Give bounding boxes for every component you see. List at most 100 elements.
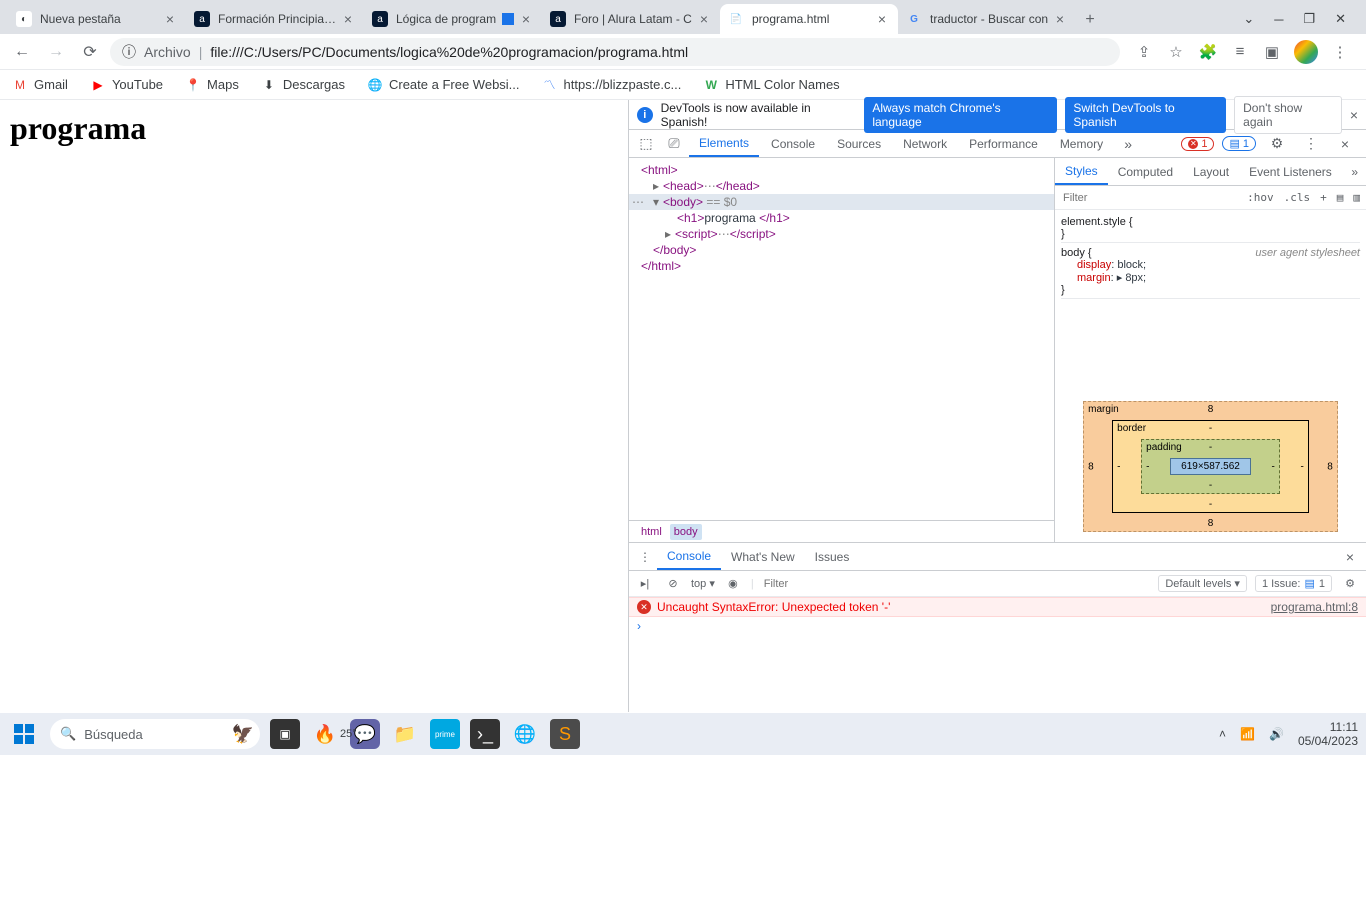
close-icon[interactable]: ×: [340, 11, 356, 27]
taskbar-clock[interactable]: 11:11 05/04/2023: [1298, 720, 1358, 749]
menu-icon[interactable]: ⋮: [1330, 42, 1350, 62]
minimize-icon[interactable]: ─: [1274, 12, 1283, 27]
tab-nueva[interactable]: ◐Nueva pestaña×: [8, 4, 186, 34]
gear-icon[interactable]: ⚙: [1340, 577, 1360, 590]
dom-node[interactable]: <head>: [663, 179, 704, 193]
tab-layout[interactable]: Layout: [1183, 158, 1239, 185]
sublime-icon[interactable]: S: [550, 719, 580, 749]
levels-selector[interactable]: Default levels ▾: [1158, 575, 1247, 592]
tab-styles[interactable]: Styles: [1055, 158, 1108, 185]
box-margin-bottom[interactable]: 8: [1208, 518, 1214, 529]
tab-programa[interactable]: 📄programa.html×: [720, 4, 898, 34]
volume-icon[interactable]: 🔊: [1269, 727, 1284, 741]
tab-memory[interactable]: Memory: [1050, 130, 1113, 157]
css-value[interactable]: : block;: [1111, 259, 1146, 271]
dom-node[interactable]: </html>: [641, 259, 681, 273]
css-selector[interactable]: element.style {: [1061, 216, 1360, 228]
crumb-body[interactable]: body: [670, 524, 702, 540]
chevron-down-icon[interactable]: ⌄: [1243, 11, 1254, 27]
close-icon[interactable]: ×: [1052, 11, 1068, 27]
task-view-icon[interactable]: ▣: [270, 719, 300, 749]
switch-language-button[interactable]: Switch DevTools to Spanish: [1065, 97, 1226, 133]
box-border-right[interactable]: -: [1300, 461, 1303, 472]
dom-node[interactable]: <script>: [675, 227, 718, 241]
back-button[interactable]: ←: [8, 38, 36, 66]
css-rules[interactable]: element.style { } body {user agent style…: [1055, 210, 1366, 391]
sidepanel-icon[interactable]: ▣: [1262, 42, 1282, 62]
tab-console[interactable]: Console: [761, 130, 825, 157]
inspect-icon[interactable]: ⬚: [633, 131, 659, 157]
box-model[interactable]: margin 8 8 8 8 border - - - - padding: [1055, 391, 1366, 542]
tab-traductor[interactable]: Gtraductor - Buscar con×: [898, 4, 1076, 34]
extensions-icon[interactable]: 🧩: [1198, 42, 1218, 62]
forward-button[interactable]: →: [42, 38, 70, 66]
close-icon[interactable]: ×: [162, 11, 178, 27]
css-property[interactable]: display: [1077, 259, 1111, 271]
console-error-row[interactable]: ✕ Uncaught SyntaxError: Unexpected token…: [629, 597, 1366, 617]
bookmark-maps[interactable]: 📍Maps: [185, 77, 239, 93]
wifi-icon[interactable]: 📶: [1240, 727, 1255, 741]
dom-node[interactable]: </body>: [653, 243, 696, 257]
tab-elements[interactable]: Elements: [689, 130, 759, 157]
box-border-top[interactable]: -: [1209, 423, 1212, 434]
dom-node[interactable]: <h1>: [677, 211, 704, 225]
bookmark-blizz[interactable]: 〽https://blizzpaste.c...: [542, 77, 682, 93]
more-tabs-icon[interactable]: »: [1115, 131, 1141, 157]
css-value[interactable]: : ▸ 8px;: [1111, 272, 1146, 284]
profile-avatar[interactable]: [1294, 40, 1318, 64]
terminal-icon[interactable]: ›_: [470, 719, 500, 749]
chrome-icon[interactable]: 🌐: [510, 719, 540, 749]
menu-icon[interactable]: ⋮: [1298, 131, 1324, 157]
console-output[interactable]: ✕ Uncaught SyntaxError: Unexpected token…: [629, 597, 1366, 712]
box-padding-bottom[interactable]: -: [1209, 480, 1212, 491]
cls-toggle[interactable]: .cls: [1282, 191, 1313, 204]
box-content-size[interactable]: 619×587.562: [1170, 458, 1251, 475]
close-window-icon[interactable]: ✕: [1335, 11, 1346, 27]
chevron-up-icon[interactable]: ˄: [1219, 727, 1226, 741]
url-input[interactable]: ⓘ Archivo | file:///C:/Users/PC/Document…: [110, 38, 1120, 66]
console-prompt[interactable]: ›: [629, 617, 1366, 635]
issues-badge[interactable]: ▤1: [1222, 136, 1256, 151]
drawer-tab-console[interactable]: Console: [657, 543, 721, 570]
new-tab-button[interactable]: +: [1076, 6, 1104, 34]
maximize-icon[interactable]: ❐: [1303, 11, 1315, 27]
box-padding-right[interactable]: -: [1271, 461, 1274, 472]
css-selector[interactable]: body {: [1061, 247, 1092, 259]
explorer-icon[interactable]: 📁: [390, 719, 420, 749]
dont-show-button[interactable]: Don't show again: [1234, 96, 1342, 134]
box-padding-top[interactable]: -: [1209, 442, 1212, 453]
tab-formacion[interactable]: aFormación Principiante×: [186, 4, 364, 34]
close-icon[interactable]: ×: [1350, 107, 1358, 123]
drawer-menu-icon[interactable]: ⋮: [633, 550, 657, 564]
computed-icon[interactable]: ▤: [1335, 191, 1346, 204]
crumb-html[interactable]: html: [637, 524, 666, 540]
device-icon[interactable]: ⎚: [661, 131, 687, 157]
close-icon[interactable]: ×: [1338, 549, 1362, 565]
box-border-left[interactable]: -: [1117, 461, 1120, 472]
share-icon[interactable]: ⇪: [1134, 42, 1154, 62]
tab-logica[interactable]: aLógica de program×: [364, 4, 542, 34]
info-icon[interactable]: ⓘ: [122, 42, 136, 62]
start-button[interactable]: [8, 718, 40, 750]
context-selector[interactable]: top ▾: [691, 577, 715, 590]
match-language-button[interactable]: Always match Chrome's language: [864, 97, 1057, 133]
more-tabs-icon[interactable]: »: [1343, 165, 1366, 179]
close-icon[interactable]: ×: [696, 11, 712, 27]
add-rule-icon[interactable]: +: [1318, 191, 1329, 204]
error-source-link[interactable]: programa.html:8: [1271, 600, 1358, 614]
hov-toggle[interactable]: :hov: [1245, 191, 1276, 204]
gear-icon[interactable]: ⚙: [1264, 131, 1290, 157]
bookmark-youtube[interactable]: ▶YouTube: [90, 77, 163, 93]
box-margin-left[interactable]: 8: [1088, 461, 1094, 472]
bookmark-descargas[interactable]: ⬇Descargas: [261, 77, 345, 93]
reload-button[interactable]: ⟳: [76, 38, 104, 66]
errors-badge[interactable]: ✕1: [1181, 137, 1214, 151]
drawer-tab-whatsnew[interactable]: What's New: [721, 543, 805, 570]
weather-widget[interactable]: 25°: [340, 728, 357, 740]
box-margin-right[interactable]: 8: [1327, 461, 1333, 472]
tab-network[interactable]: Network: [893, 130, 957, 157]
box-margin-top[interactable]: 8: [1208, 404, 1214, 415]
dom-node[interactable]: <html>: [641, 163, 678, 177]
prime-icon[interactable]: prime: [430, 719, 460, 749]
issues-pill[interactable]: 1 Issue: ▤1: [1255, 575, 1332, 592]
